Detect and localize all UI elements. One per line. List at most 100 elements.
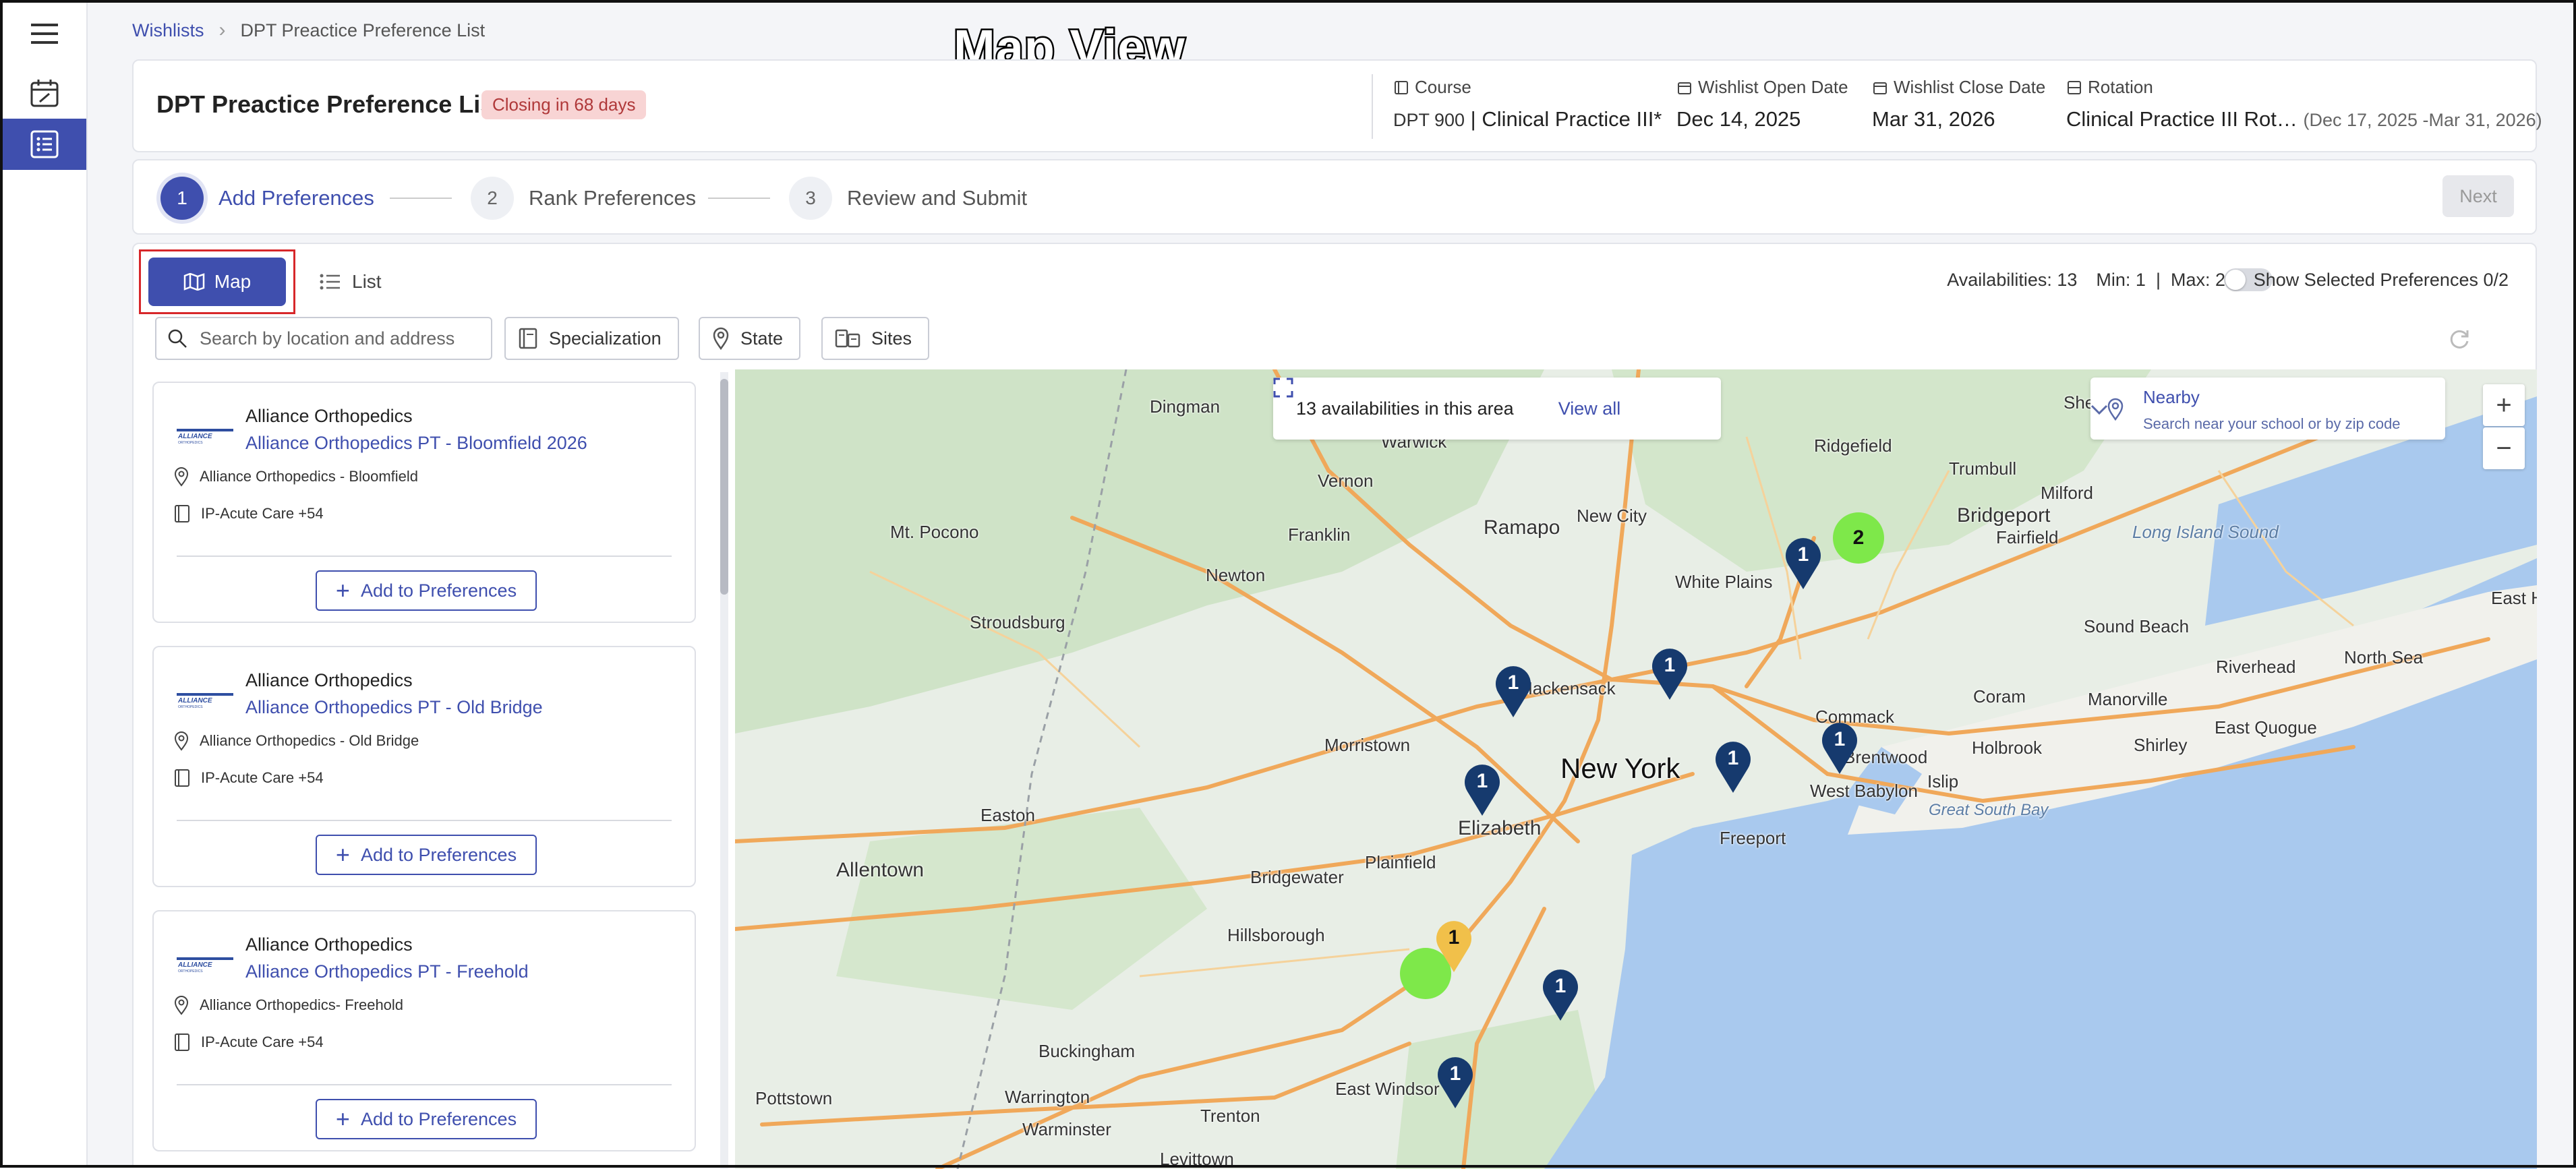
list-item[interactable]: ALLIANCE ORTHOPEDICS Alliance Orthopedics…	[152, 382, 696, 623]
step-number: 3	[789, 177, 832, 220]
availabilities-count: Availabilities: 13	[1947, 270, 2078, 290]
step-rank-preferences[interactable]: 2 Rank Preferences	[471, 177, 696, 220]
search-placeholder: Search by location and address	[200, 328, 455, 349]
svg-text:ORTHOPEDICS: ORTHOPEDICS	[178, 441, 203, 445]
site-name-link[interactable]: Alliance Orthopedics PT - Bloomfield 202…	[245, 433, 587, 454]
course-label: Course	[1415, 77, 1471, 97]
specialty-text: IP-Acute Care +54	[201, 1033, 324, 1050]
list-item[interactable]: ALLIANCE ORTHOPEDICS Alliance Orthopedics…	[152, 646, 696, 887]
location-marker[interactable]: 1	[1463, 763, 1501, 817]
place-label: Warrington	[1005, 1087, 1090, 1107]
list-view-button[interactable]: List	[320, 258, 382, 306]
book-icon	[519, 328, 537, 349]
location-text: Alliance Orthopedics - Bloomfield	[200, 468, 419, 485]
calendar-edit-icon[interactable]	[3, 67, 86, 119]
book-icon	[175, 505, 189, 522]
location-marker[interactable]: 1	[1542, 968, 1579, 1022]
svg-text:ALLIANCE: ALLIANCE	[177, 433, 212, 440]
marker-count: 1	[1448, 926, 1460, 949]
rotation-info: Rotation Clinical Practice III Rot… (Dec…	[2066, 77, 2542, 131]
divider	[177, 820, 672, 821]
next-button[interactable]: Next	[2442, 175, 2514, 217]
place-label: West Babylon	[1810, 781, 1918, 801]
fullscreen-icon[interactable]	[1273, 378, 1293, 398]
list-view-icon[interactable]	[3, 119, 86, 170]
add-label: Add to Preferences	[360, 1108, 517, 1129]
specialization-filter[interactable]: Specialization	[504, 317, 679, 360]
plus-icon: +	[335, 576, 350, 604]
location-marker[interactable]: 1	[1435, 920, 1473, 973]
site-list: ALLIANCE ORTHOPEDICS Alliance Orthopedics…	[144, 372, 711, 1169]
hamburger-menu-icon[interactable]	[3, 8, 86, 59]
place-label: Milford	[2041, 483, 2094, 503]
step-add-preferences[interactable]: 1 Add Preferences	[160, 177, 374, 220]
place-label: Morristown	[1324, 735, 1411, 755]
org-name: Alliance Orthopedics	[245, 406, 413, 426]
filter-label: Specialization	[549, 328, 662, 349]
location-marker[interactable]: 1	[1494, 665, 1532, 719]
list-item[interactable]: ALLIANCE ORTHOPEDICS Alliance Orthopedics…	[152, 910, 696, 1151]
location-pin-icon	[713, 327, 729, 350]
place-label: Shirley	[2134, 735, 2188, 755]
site-name-link[interactable]: Alliance Orthopedics PT - Old Bridge	[245, 697, 543, 718]
list-scrollbar[interactable]	[720, 372, 728, 1169]
search-input[interactable]: Search by location and address	[155, 317, 492, 360]
site-name-link[interactable]: Alliance Orthopedics PT - Freehold	[245, 961, 529, 982]
step-number: 2	[471, 177, 514, 220]
rotation-icon	[2068, 80, 2081, 94]
place-label: East Windsor	[1335, 1079, 1440, 1099]
nearby-search[interactable]: Nearby Search near your school or by zip…	[2090, 378, 2445, 440]
location-row: Alliance Orthopedics - Bloomfield	[174, 467, 418, 487]
course-code: DPT 900	[1393, 110, 1465, 130]
scrollbar-thumb[interactable]	[720, 379, 728, 595]
stepper: 1 Add Preferences 2 Rank Preferences 3 R…	[132, 159, 2537, 235]
place-label: Manorville	[2088, 689, 2168, 709]
step-connector	[708, 198, 770, 199]
view-all-link[interactable]: View all	[1558, 398, 1621, 419]
wishlist-header: DPT Preactice Preference List Closing in…	[132, 59, 2542, 152]
closing-badge: Closing in 68 days	[481, 90, 647, 119]
filter-label: State	[740, 328, 784, 349]
calendar-icon	[1678, 82, 1691, 94]
availability-text: 13 availabilities in this area	[1296, 398, 1514, 419]
refresh-icon[interactable]	[2448, 328, 2471, 354]
rotation-name[interactable]: Clinical Practice III Rot…	[2066, 107, 2297, 131]
org-name: Alliance Orthopedics	[245, 934, 413, 955]
specialty-row: IP-Acute Care +54	[174, 504, 324, 523]
breadcrumb-wishlists-link[interactable]: Wishlists	[132, 20, 204, 41]
add-to-preferences-button[interactable]: + Add to Preferences	[316, 1099, 537, 1139]
divider	[177, 1084, 672, 1085]
marker-count: 1	[1476, 770, 1488, 792]
location-marker[interactable]: 1	[1436, 1056, 1474, 1110]
location-marker[interactable]: 1	[1784, 537, 1822, 591]
zoom-out-button[interactable]: −	[2483, 427, 2525, 469]
marker-count: 1	[1664, 654, 1676, 676]
show-selected-label: Show Selected Preferences 0/2	[2253, 270, 2509, 290]
add-to-preferences-button[interactable]: + Add to Preferences	[316, 835, 537, 875]
alliance-logo: ALLIANCEORTHOPEDICS	[177, 957, 233, 973]
location-marker[interactable]: 1	[1714, 740, 1752, 794]
step-review-submit[interactable]: 3 Review and Submit	[789, 177, 1027, 220]
zoom-in-button[interactable]: +	[2483, 384, 2525, 426]
divider	[177, 556, 672, 557]
cluster-marker[interactable]: 2	[1833, 512, 1884, 564]
place-label: Warminster	[1022, 1119, 1111, 1139]
chevron-right-icon: ›	[218, 19, 226, 41]
location-marker[interactable]: 1	[1821, 721, 1858, 775]
chevron-down-icon[interactable]	[2090, 404, 2108, 415]
add-to-preferences-button[interactable]: + Add to Preferences	[316, 570, 537, 611]
map-canvas[interactable]: Dingman Warwick Shelton Ridgefield Trumb…	[735, 369, 2537, 1169]
availability-box: 13 availabilities in this area View all	[1273, 378, 1721, 440]
add-label: Add to Preferences	[360, 844, 517, 865]
map-view-button[interactable]: Map	[148, 258, 286, 306]
page-title: DPT Preactice Preference List	[156, 90, 502, 118]
place-label: Great South Bay	[1929, 801, 2049, 819]
marker-count: 1	[1554, 975, 1567, 997]
sites-filter[interactable]: Sites	[821, 317, 930, 360]
availability-stats: Availabilities: 13 Min: 1 | Max: 2	[1947, 270, 2225, 291]
state-filter[interactable]: State	[699, 317, 801, 360]
location-marker[interactable]: 1	[1651, 647, 1689, 701]
place-label: Levittown	[1160, 1149, 1234, 1169]
map-icon	[183, 273, 205, 291]
course-name: Clinical Practice III*	[1482, 107, 1662, 131]
